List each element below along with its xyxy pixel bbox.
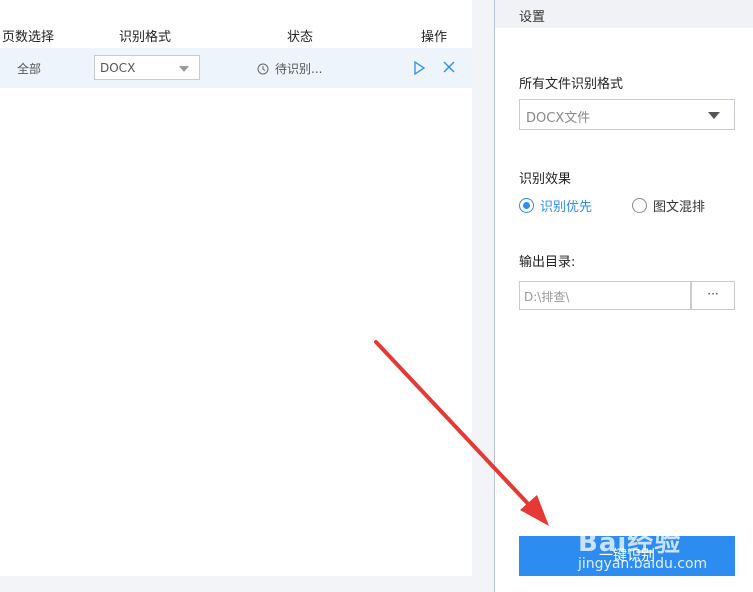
- row-format-select[interactable]: DOCX: [94, 55, 200, 80]
- format-label: 所有文件识别格式: [519, 77, 624, 92]
- radio-recognition-priority[interactable]: 识别优先: [519, 196, 592, 215]
- table-header: 页数选择 识别格式 状态 操作: [0, 20, 472, 48]
- play-icon[interactable]: [413, 61, 425, 75]
- column-header-actions: 操作: [421, 30, 448, 45]
- browse-button[interactable]: ···: [691, 281, 735, 310]
- radio-unchecked-icon: [632, 198, 647, 213]
- settings-title: 设置: [519, 10, 546, 25]
- column-header-pages: 页数选择: [2, 30, 55, 45]
- chevron-down-icon: [708, 112, 720, 119]
- output-dir-label: 输出目录:: [519, 255, 576, 270]
- file-table-panel: 页数选择 识别格式 状态 操作 全部 DOCX 待识别...: [0, 0, 472, 576]
- all-files-format-value: DOCX文件: [526, 111, 591, 126]
- output-path-field[interactable]: D:\排查\: [519, 281, 691, 310]
- page-range-cell[interactable]: 全部: [17, 60, 41, 77]
- column-header-format: 识别格式: [119, 30, 172, 45]
- close-icon[interactable]: [443, 61, 455, 73]
- column-header-status: 状态: [287, 30, 314, 45]
- table-row: 全部 DOCX 待识别...: [0, 48, 472, 88]
- chevron-down-icon: [179, 66, 189, 72]
- radio-checked-icon: [519, 198, 534, 213]
- settings-panel: 设置 所有文件识别格式 DOCX文件 识别效果 识别优先 图文混排 输出目录: …: [495, 0, 753, 592]
- row-status-text: 待识别...: [275, 62, 323, 76]
- start-recognition-button[interactable]: 一键识别: [519, 536, 735, 576]
- radio-label: 图文混排: [653, 200, 706, 215]
- radio-mixed-layout[interactable]: 图文混排: [632, 196, 705, 215]
- app-window: 页数选择 识别格式 状态 操作 全部 DOCX 待识别... 设置 所有文件识别…: [0, 0, 753, 592]
- all-files-format-select[interactable]: DOCX文件: [519, 99, 735, 130]
- effect-label: 识别效果: [519, 172, 572, 187]
- settings-header: 设置: [495, 0, 753, 28]
- row-status: 待识别...: [257, 60, 322, 77]
- radio-label: 识别优先: [540, 200, 593, 215]
- clock-icon: [257, 63, 269, 74]
- row-format-value: DOCX: [100, 61, 136, 75]
